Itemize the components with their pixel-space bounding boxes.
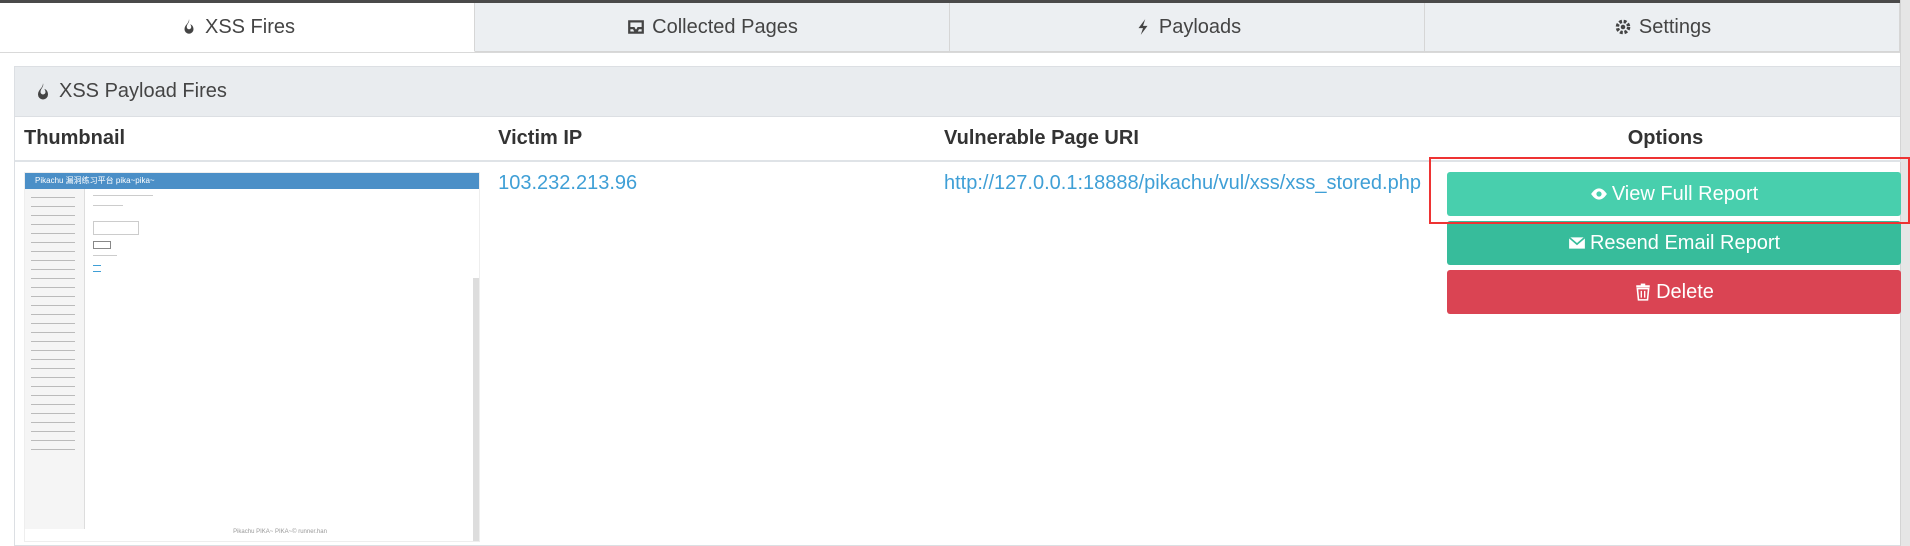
tab-settings[interactable]: Settings	[1425, 3, 1900, 52]
header-uri: Vulnerable Page URI	[935, 117, 1421, 162]
fires-table: Thumbnail Victim IP Vulnerable Page URI …	[15, 117, 1901, 542]
panel-title: XSS Payload Fires	[59, 80, 227, 102]
gear-icon	[1613, 17, 1633, 37]
tab-label: XSS Fires	[204, 15, 296, 38]
button-label: Delete	[1656, 280, 1714, 303]
trash-icon	[1634, 283, 1652, 301]
button-label: Resend Email Report	[1589, 231, 1781, 254]
page-thumbnail[interactable]: Pikachu 漏洞练习平台 pika~pika~ Pikachu PIKA~ …	[24, 172, 480, 542]
header-options: Options	[1421, 117, 1901, 162]
scrollbar[interactable]	[1900, 0, 1910, 546]
thumbnail-title-bar: Pikachu 漏洞练习平台 pika~pika~	[25, 173, 479, 189]
resend-email-report-button[interactable]: Resend Email Report	[1447, 221, 1901, 265]
vulnerable-uri-link[interactable]: http://127.0.0.1:18888/pikachu/vul/xss/x…	[944, 172, 1421, 194]
victim-ip-link[interactable]: 103.232.213.96	[498, 172, 637, 194]
xss-fires-panel: XSS Payload Fires Thumbnail Victim IP Vu…	[14, 66, 1901, 546]
fire-icon	[33, 82, 53, 102]
bolt-icon	[1133, 17, 1153, 37]
tab-label: Settings	[1638, 15, 1712, 38]
victim-ip-cell: 103.232.213.96	[489, 161, 935, 542]
tab-collected-pages[interactable]: Collected Pages	[475, 3, 950, 52]
options-cell: View Full Report Resend Email Report Del…	[1421, 161, 1901, 542]
thumbnail-scrollbar	[473, 278, 479, 541]
tab-label: Collected Pages	[652, 15, 798, 38]
tab-xss-fires[interactable]: XSS Fires	[0, 3, 475, 52]
table-header-row: Thumbnail Victim IP Vulnerable Page URI …	[15, 117, 1901, 162]
fire-icon	[179, 17, 199, 37]
table-row: Pikachu 漏洞练习平台 pika~pika~ Pikachu PIKA~ …	[15, 161, 1901, 542]
envelope-icon	[1568, 234, 1586, 252]
header-victim-ip: Victim IP	[489, 117, 935, 162]
nav-tabs: XSS Fires Collected Pages Payloads Setti…	[0, 3, 1900, 53]
thumbnail-cell: Pikachu 漏洞练习平台 pika~pika~ Pikachu PIKA~ …	[15, 161, 489, 542]
uri-cell: http://127.0.0.1:18888/pikachu/vul/xss/x…	[935, 161, 1421, 542]
inbox-icon	[626, 17, 646, 37]
button-label: View Full Report	[1611, 182, 1759, 205]
view-full-report-button[interactable]: View Full Report	[1447, 172, 1901, 216]
panel-heading: XSS Payload Fires	[15, 67, 1900, 117]
thumbnail-sidebar	[25, 189, 85, 529]
thumbnail-footer: Pikachu PIKA~ PIKA~© runner.han	[233, 529, 327, 535]
eye-icon	[1590, 185, 1608, 203]
delete-button[interactable]: Delete	[1447, 270, 1901, 314]
header-thumbnail: Thumbnail	[15, 117, 490, 162]
tab-payloads[interactable]: Payloads	[950, 3, 1425, 52]
tab-label: Payloads	[1158, 15, 1242, 38]
